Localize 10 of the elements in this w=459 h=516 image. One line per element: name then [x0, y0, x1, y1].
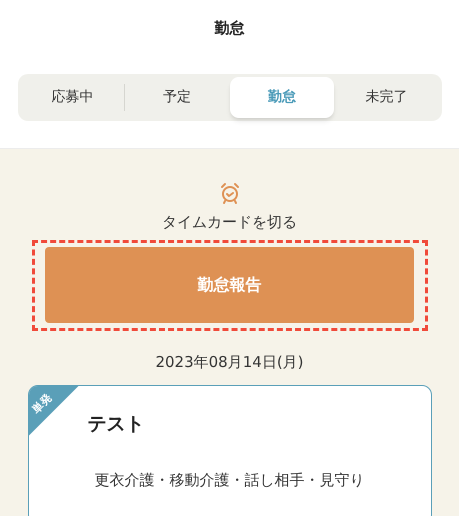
job-tasks: 更衣介護・移動介護・話し相手・見守り	[94, 470, 366, 491]
timecard-caption: タイムカードを切る	[162, 212, 297, 233]
job-title: テスト	[88, 412, 144, 437]
tab[interactable]: 予定	[125, 76, 229, 118]
page-title: 勤怠	[214, 18, 244, 39]
tab[interactable]: 応募中	[20, 76, 124, 118]
tab[interactable]: 未完了	[334, 76, 438, 118]
job-type-label: 単発	[30, 392, 54, 416]
date-label: 2023年08月14日(月)	[155, 352, 304, 372]
job-card[interactable]: 単発 テスト 更衣介護・移動介護・話し相手・見守り	[28, 385, 432, 516]
